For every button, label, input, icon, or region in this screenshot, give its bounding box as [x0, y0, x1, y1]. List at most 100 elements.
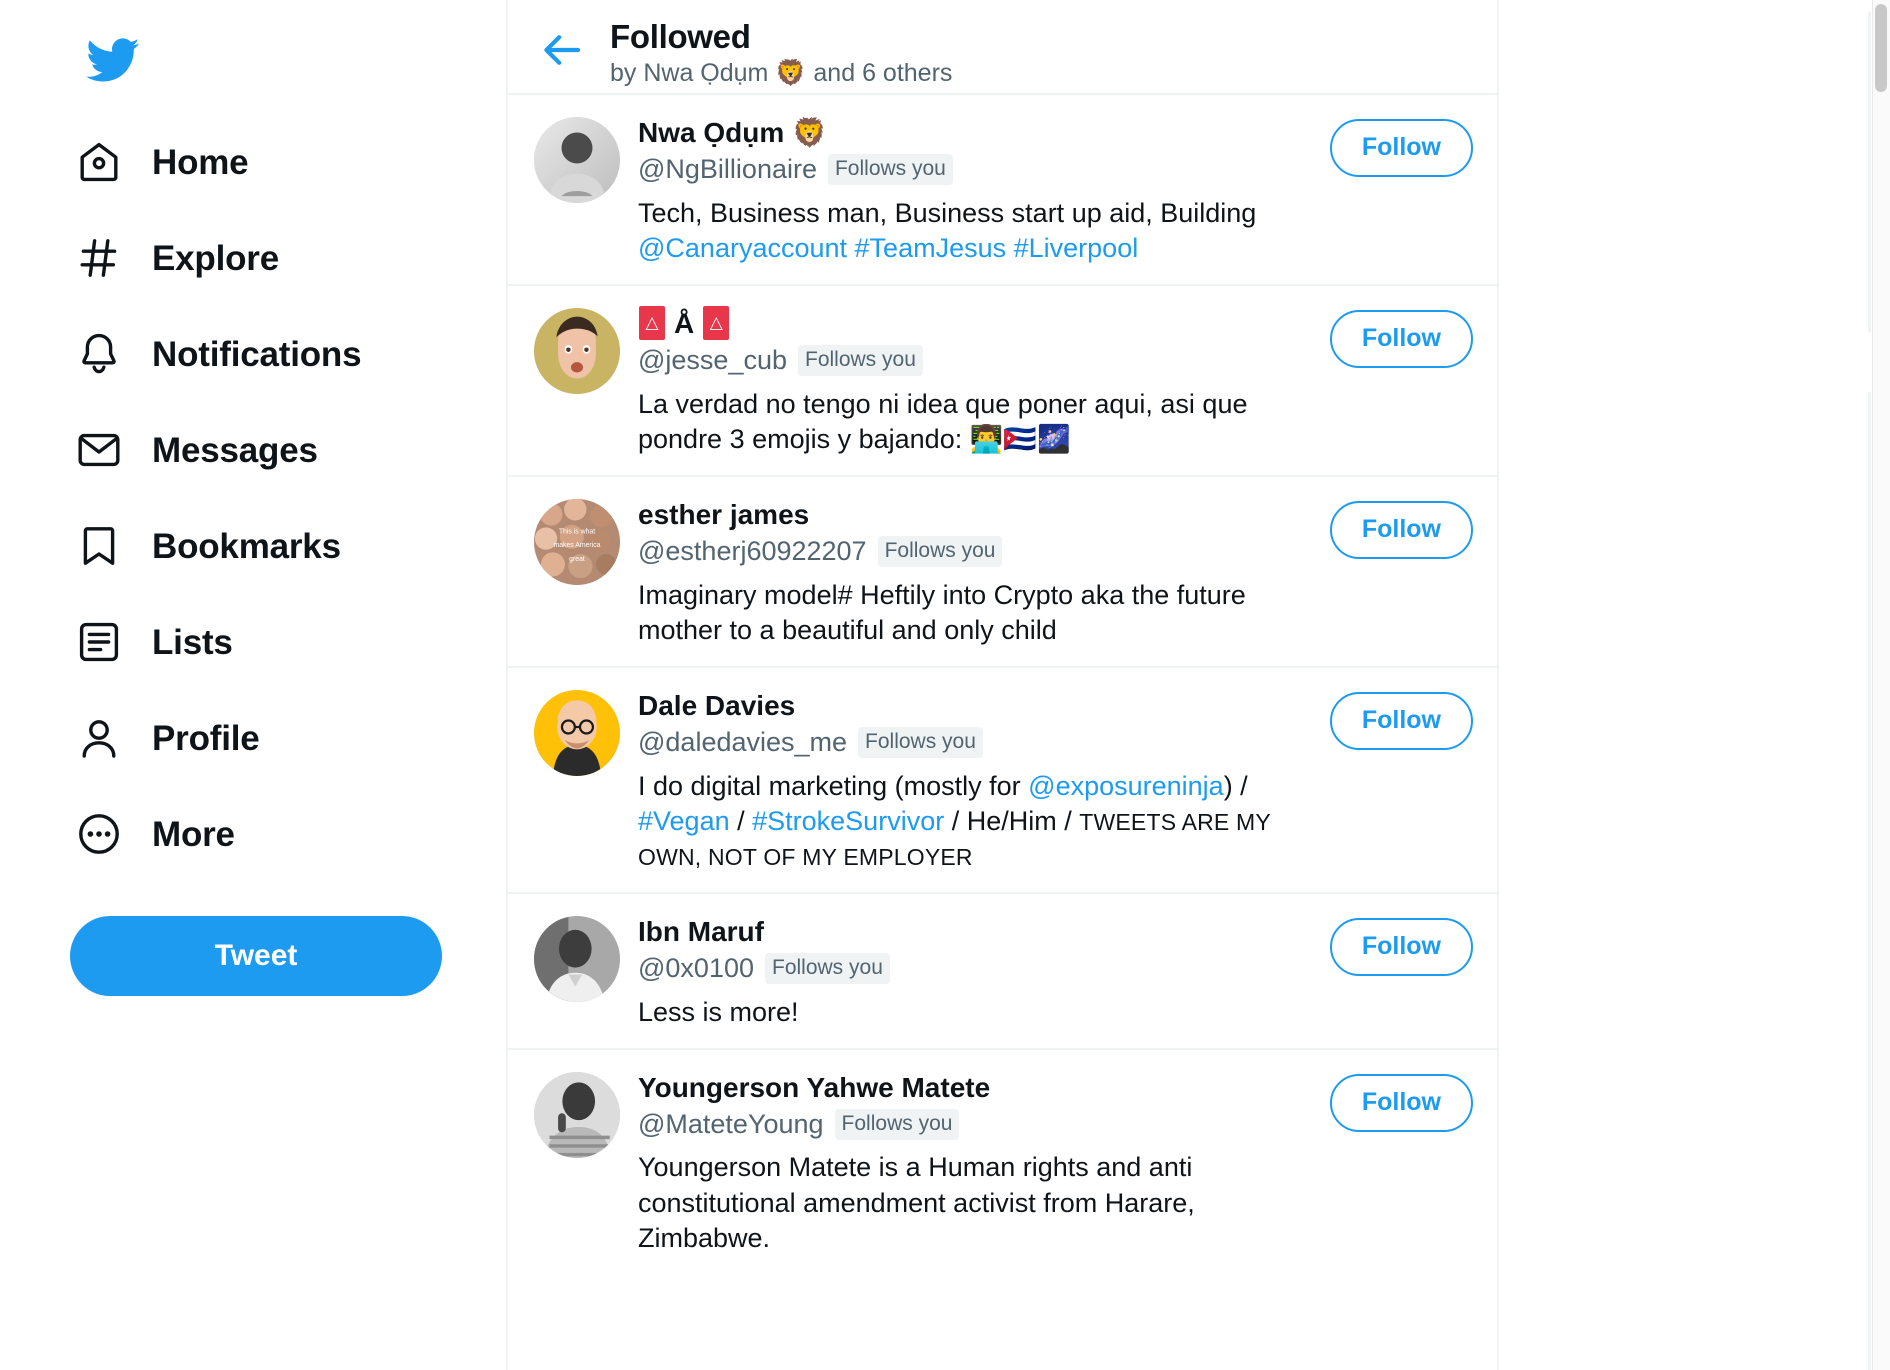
hashtag-icon — [72, 231, 126, 285]
bio-text: / He/Him / — [944, 805, 1080, 836]
sidebar-item-explore[interactable]: Explore — [0, 210, 506, 306]
display-name: Nwa Ọdụm 🦁 — [638, 115, 1312, 150]
handle-row: @daledavies_me Follows you — [638, 726, 1312, 760]
display-name: Youngerson Yahwe Matete — [638, 1070, 1312, 1105]
sidebar-nav-list: Home Explore Notifications Messages Book… — [0, 114, 506, 882]
sidebar-item-label: More — [152, 814, 235, 854]
avatar[interactable]: This is what makes America great — [534, 498, 620, 585]
user-handle: @0x0100 — [638, 952, 754, 983]
user-card[interactable]: Youngerson Yahwe Matete @MateteYoung Fol… — [508, 1047, 1497, 1274]
user-handle: @estherj60922207 — [638, 535, 867, 566]
user-card[interactable]: △ Å △ @jesse_cub Follows you La verdad n… — [508, 283, 1497, 475]
user-card[interactable]: Nwa Ọdụm 🦁 @NgBillionaire Follows you Te… — [508, 93, 1497, 284]
user-card[interactable]: This is what makes America great esther … — [508, 474, 1497, 666]
display-name-text: Dale Davies — [638, 689, 796, 721]
back-arrow-icon[interactable] — [534, 22, 590, 78]
user-info: △ Å △ @jesse_cub Follows you La verdad n… — [638, 304, 1312, 457]
avatar[interactable] — [534, 117, 620, 203]
page-header: Followed by Nwa Ọdụm 🦁 and 6 others — [508, 0, 1497, 93]
bio-emoji: 👨‍💻🇨🇺🌌 — [969, 423, 1071, 455]
page-scrollbar[interactable] — [1872, 0, 1890, 1370]
a-ring-glyph: Å — [674, 307, 695, 339]
follow-button[interactable]: Follow — [1329, 1073, 1473, 1132]
bio-text: Youngerson Matete is a Human rights and … — [638, 1152, 1195, 1253]
bio-link[interactable]: #StrokeSurvivor — [752, 806, 944, 836]
list-icon — [72, 615, 126, 669]
bio-link[interactable]: #Liverpool — [1014, 233, 1139, 263]
follows-you-badge: Follows you — [827, 154, 953, 186]
unsupported-glyph-icon: △ — [639, 306, 665, 341]
rail-divider — [1868, 392, 1871, 1370]
user-info: esther james @estherj60922207 Follows yo… — [638, 495, 1312, 648]
sidebar-item-home[interactable]: Home — [0, 114, 506, 210]
home-icon — [72, 135, 126, 189]
avatar[interactable] — [534, 689, 620, 776]
bio-text — [847, 233, 855, 263]
twitter-app: Home Explore Notifications Messages Book… — [0, 0, 1890, 1370]
sidebar-item-label: Notifications — [152, 334, 362, 374]
sidebar-item-label: Home — [152, 142, 249, 182]
unsupported-glyph-icon: △ — [703, 306, 730, 341]
bio-link[interactable]: #Vegan — [638, 806, 730, 836]
follow-button[interactable]: Follow — [1329, 917, 1473, 976]
sidebar-item-profile[interactable]: Profile — [0, 690, 506, 786]
main-column: Followed by Nwa Ọdụm 🦁 and 6 others Nwa … — [506, 0, 1499, 1370]
handle-row: @MateteYoung Follows you — [638, 1108, 1312, 1142]
follows-you-badge: Follows you — [858, 727, 983, 759]
lion-face-emoji: 🦁 — [792, 116, 828, 149]
sidebar-item-messages[interactable]: Messages — [0, 402, 506, 498]
bookmark-icon — [72, 519, 126, 573]
sidebar-item-label: Lists — [152, 622, 233, 662]
sidebar-item-label: Explore — [152, 238, 279, 278]
follow-button[interactable]: Follow — [1329, 500, 1473, 559]
avatar[interactable] — [534, 307, 620, 394]
follows-you-badge: Follows you — [798, 345, 923, 377]
more-ellipsis-icon — [72, 807, 126, 861]
twitter-bird-icon[interactable] — [70, 18, 154, 102]
primary-sidebar: Home Explore Notifications Messages Book… — [0, 0, 506, 1370]
bio-text: La verdad no tengo ni idea que poner aqu… — [638, 388, 1248, 454]
user-bio: I do digital marketing (mostly for @expo… — [638, 769, 1312, 874]
envelope-icon — [72, 423, 126, 477]
user-bio: La verdad no tengo ni idea que poner aqu… — [638, 387, 1312, 457]
scrollbar-thumb[interactable] — [1875, 4, 1887, 92]
follow-button[interactable]: Follow — [1329, 309, 1473, 368]
handle-row: @NgBillionaire Follows you — [638, 153, 1312, 187]
page-title: Followed — [610, 18, 751, 55]
avatar[interactable] — [534, 915, 620, 1002]
display-name-text: Youngerson Yahwe Matete — [638, 1071, 991, 1103]
bell-icon — [72, 327, 126, 381]
sidebar-item-bookmarks[interactable]: Bookmarks — [0, 498, 506, 594]
bio-text: I do digital marketing (mostly for — [638, 770, 1029, 801]
follows-you-badge: Follows you — [877, 536, 1003, 568]
bio-link[interactable]: #TeamJesus — [855, 233, 1007, 263]
avatar[interactable] — [534, 1071, 620, 1158]
user-info: Youngerson Yahwe Matete @MateteYoung Fol… — [638, 1068, 1312, 1256]
sidebar-item-label: Profile — [152, 718, 260, 758]
bio-text: Tech, Business man, Business start up ai… — [638, 197, 1257, 228]
tweet-button[interactable]: Tweet — [70, 916, 442, 996]
display-name: Ibn Maruf — [638, 914, 1312, 949]
follow-button[interactable]: Follow — [1329, 119, 1473, 177]
bio-link[interactable]: @Canaryaccount — [638, 233, 847, 263]
svg-text:makes America: makes America — [554, 542, 601, 549]
user-bio: Youngerson Matete is a Human rights and … — [638, 1150, 1312, 1255]
display-name: Dale Davies — [638, 688, 1312, 723]
user-info: Nwa Ọdụm 🦁 @NgBillionaire Follows you Te… — [638, 113, 1312, 266]
user-card[interactable]: Ibn Maruf @0x0100 Follows you Less is mo… — [508, 891, 1497, 1048]
person-icon — [72, 711, 126, 765]
sidebar-item-lists[interactable]: Lists — [0, 594, 506, 690]
handle-row: @0x0100 Follows you — [638, 952, 1312, 986]
user-info: Ibn Maruf @0x0100 Follows you Less is mo… — [638, 912, 1312, 1030]
follow-button[interactable]: Follow — [1329, 691, 1473, 750]
handle-row: @estherj60922207 Follows you — [638, 535, 1312, 569]
sidebar-item-notifications[interactable]: Notifications — [0, 306, 506, 402]
bio-link[interactable]: @exposureninja — [1028, 771, 1224, 801]
sidebar-item-more[interactable]: More — [0, 786, 506, 882]
display-name: esther james — [638, 497, 1312, 532]
display-name-text: esther james — [638, 498, 810, 530]
svg-text:This is what: This is what — [559, 528, 595, 535]
user-handle: @MateteYoung — [638, 1108, 824, 1139]
bio-text: Less is more! — [638, 996, 799, 1027]
user-card[interactable]: Dale Davies @daledavies_me Follows you I… — [508, 665, 1497, 892]
